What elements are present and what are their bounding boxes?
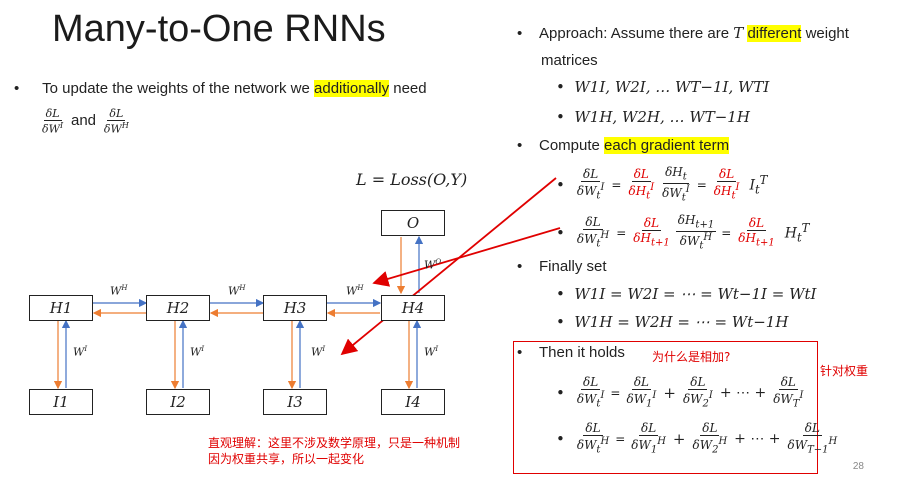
why-sum-note: 为什么是相加? [652, 350, 731, 364]
eq-wi-tied: • W1I = W2I = ⋯ = Wt−1I = WtI [556, 285, 817, 303]
wh-label-2: WH [228, 284, 246, 298]
input-node-2: I2 [146, 389, 210, 415]
hidden-node-1: H1 [29, 295, 93, 321]
output-node: O [381, 210, 445, 236]
hidden-node-3: H3 [263, 295, 327, 321]
finally-bullet: • Finally set [517, 258, 607, 275]
sum-eq-wh: • δL δWtH = δL δW1H + δL δW2H + ⋯ + δL δWT−1… [556, 421, 838, 456]
input-node-4: I4 [381, 389, 445, 415]
hidden-node-4: H4 [381, 295, 445, 321]
approach-line2: matrices [541, 52, 598, 69]
eq-wh-tied: • W1H = W2H = ⋯ = Wt−1H [556, 313, 789, 331]
grad-eq-wi: • δL δWtI = δL δHtI δHt δWtI = δL δHtI ItT [556, 165, 768, 204]
wi-label-1: WI [73, 345, 88, 359]
sum-eq-wi: • δL δWtI = δL δW1I + δL δW2I + ⋯ + δL δWTI [556, 375, 804, 410]
wh-label-1: WH [110, 284, 128, 298]
wi-label-4: WI [424, 345, 439, 359]
grad-eq-wh: • δL δWtH = δL δHt+1 δHt+1 δWtH = δL δHt+1 H… [556, 213, 810, 252]
wi-label-3: WI [311, 345, 326, 359]
page-number: 28 [852, 461, 864, 472]
then-bullet: • Then it holds [517, 344, 625, 361]
hidden-node-2: H2 [146, 295, 210, 321]
for-weights-note: 针对权重 [820, 364, 869, 378]
intuition-note: 直观理解：这里不涉及数学原理，只是一种机制 因为权重共享，所以一起变化 [208, 436, 461, 466]
wh-matrix-list: • W1H, W2H, … WT−1H [556, 108, 750, 126]
wi-matrix-list: • W1I, W2I, … WT−1I, WTI [556, 78, 770, 96]
compute-bullet: • Compute each gradient term [517, 137, 730, 154]
approach-bullet: • Approach: Assume there are T different … [517, 24, 849, 42]
input-node-3: I3 [263, 389, 327, 415]
wi-label-2: WI [190, 345, 205, 359]
input-node-1: I1 [29, 389, 93, 415]
wo-label: WO [424, 258, 442, 272]
wh-label-3: WH [346, 284, 364, 298]
